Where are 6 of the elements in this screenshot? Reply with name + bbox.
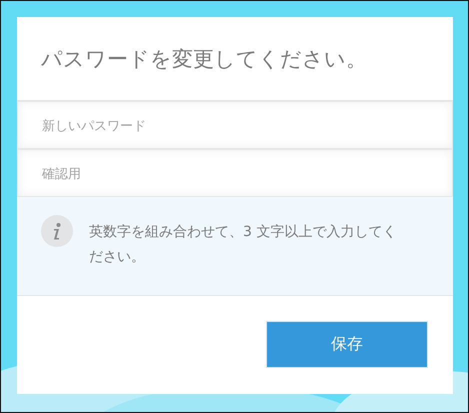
input-field[interactable]: 確認用 xyxy=(17,149,453,197)
hint-text: 英数字を組み合わせて、3 文字以上で入力してください。 xyxy=(89,223,398,267)
input-field[interactable]: 新しいパスワード xyxy=(17,101,453,149)
dialog-title: パスワードを変更してください。 xyxy=(41,46,367,72)
info-icon xyxy=(41,215,73,247)
save-button[interactable]: 保存 xyxy=(266,321,428,368)
